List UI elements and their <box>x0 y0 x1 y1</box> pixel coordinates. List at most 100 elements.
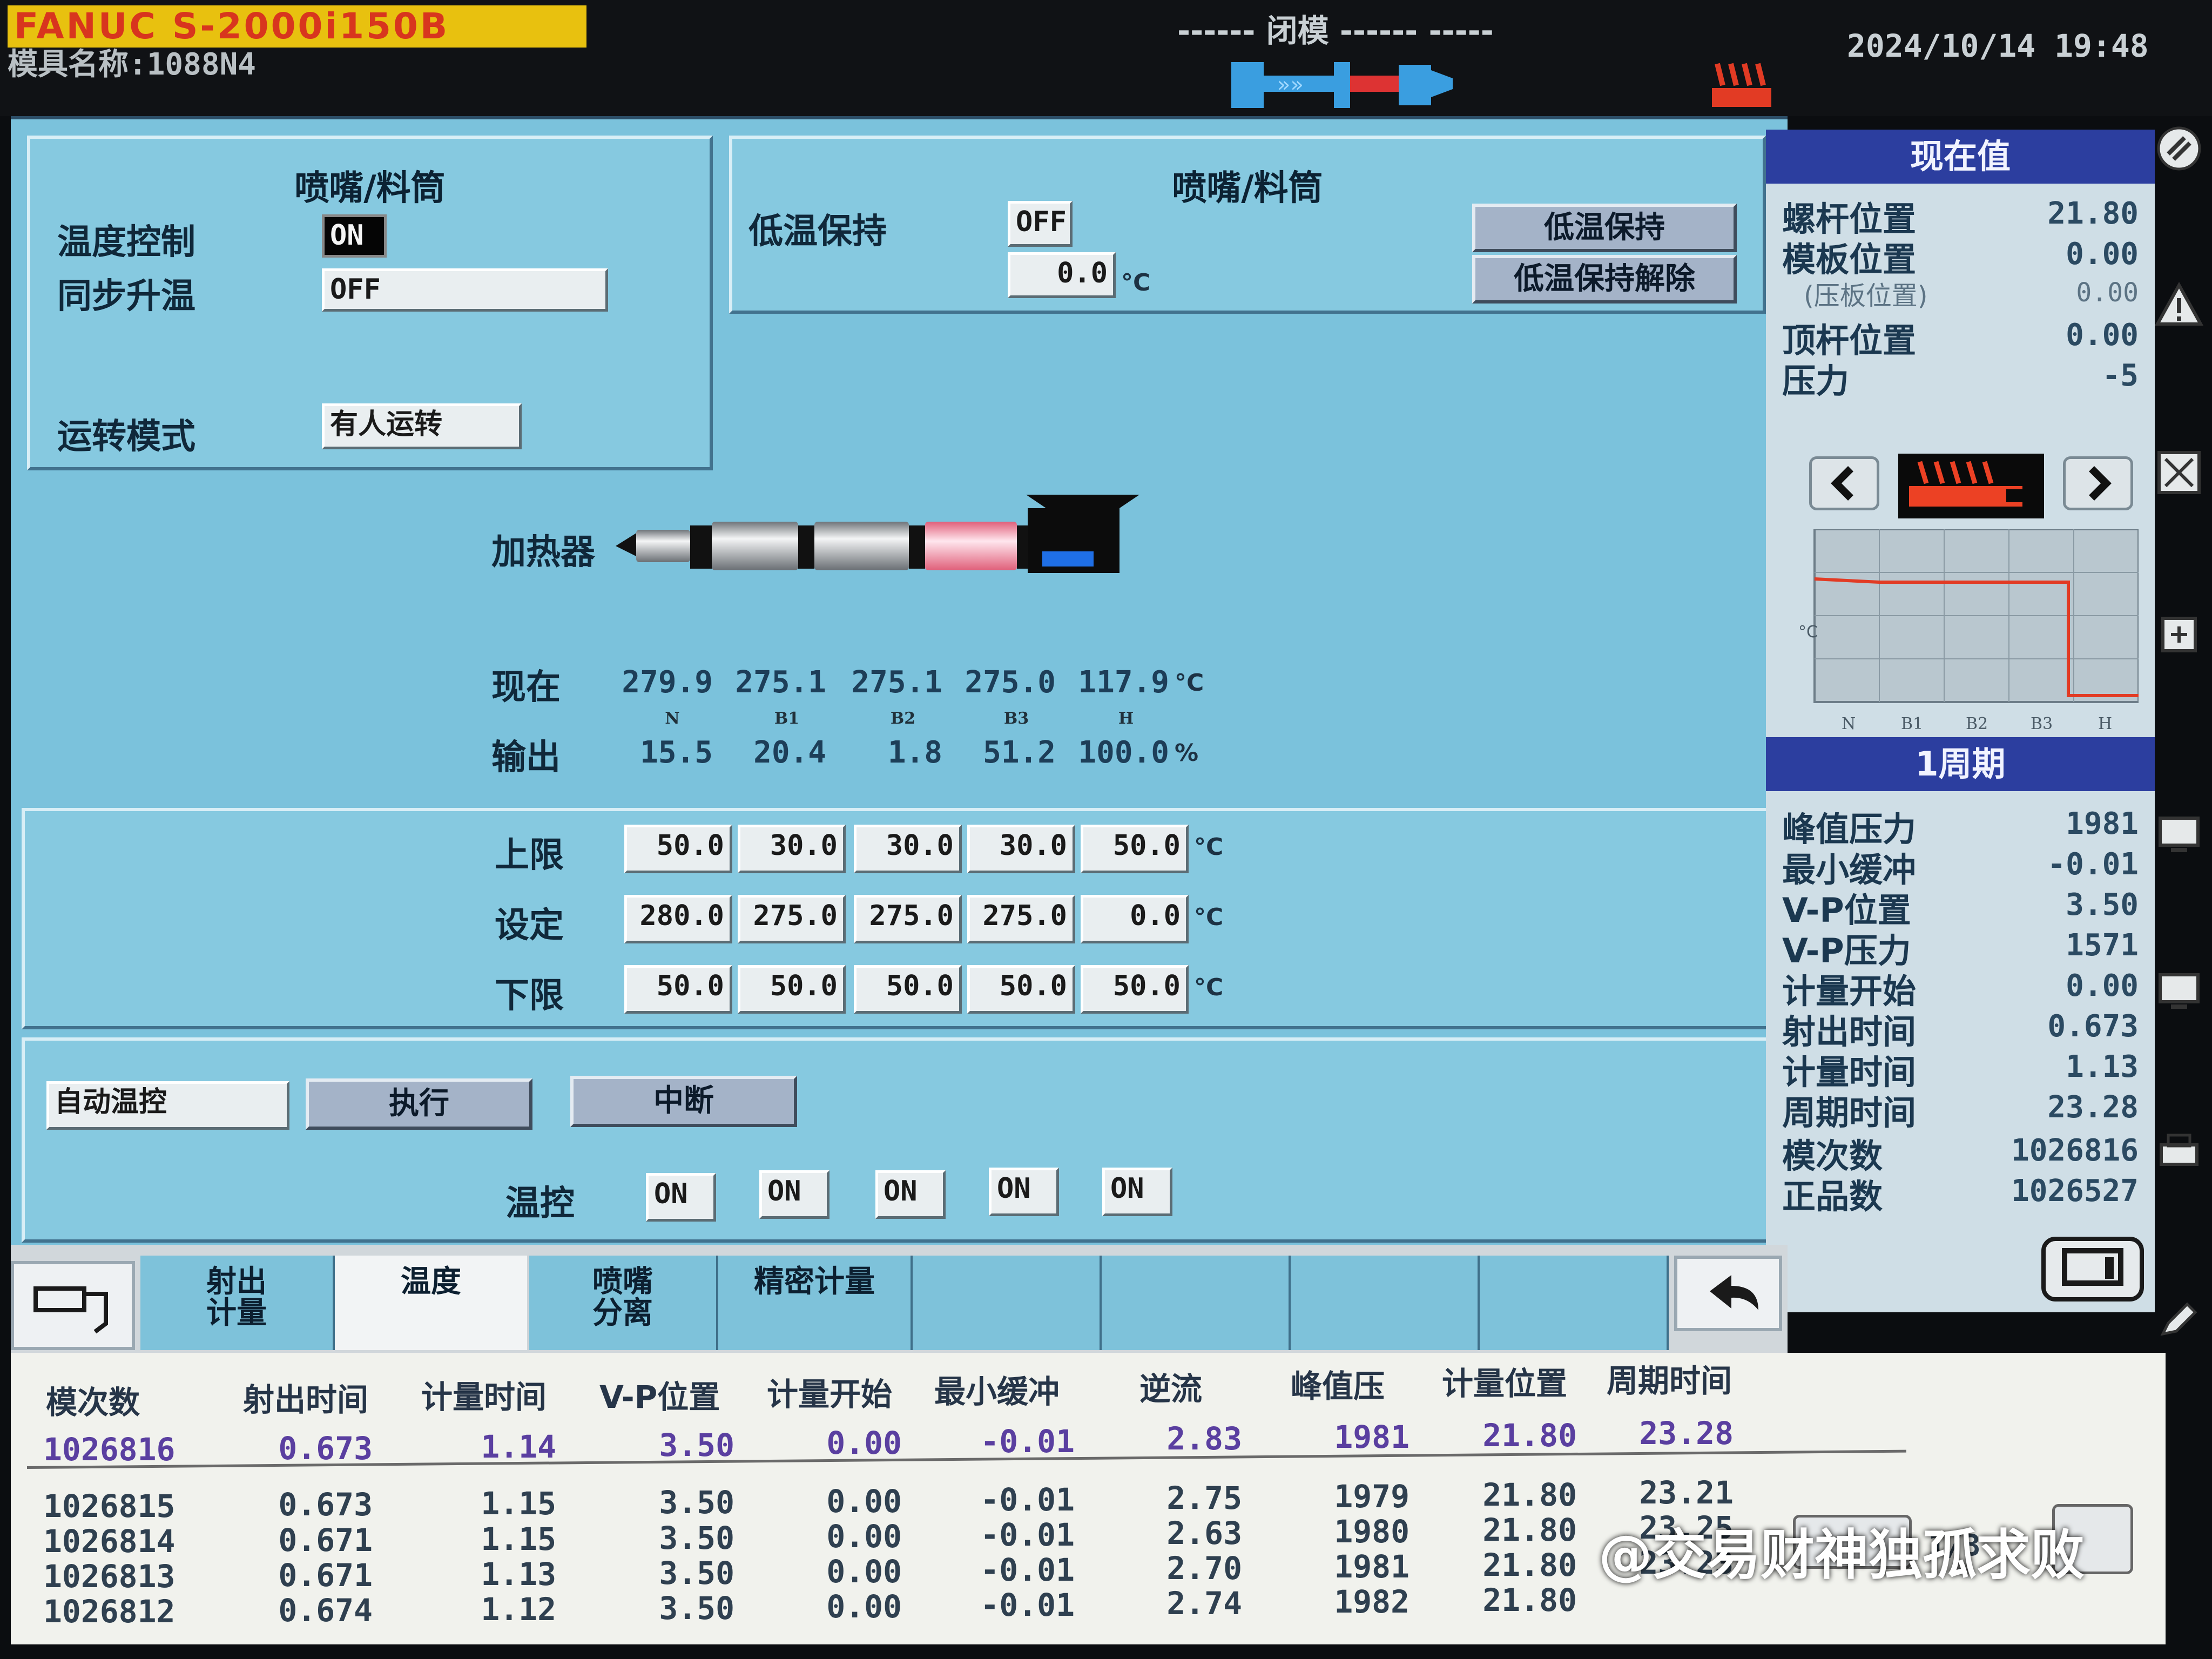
tab-nozzle-separation[interactable]: 喷嘴 分离 <box>529 1256 718 1350</box>
tab-label: 精密计量 <box>754 1264 875 1299</box>
hand-pointer-icon <box>33 1286 108 1334</box>
upper-limit-b2[interactable]: 30.0 <box>854 825 962 873</box>
cell: 1026812 <box>43 1593 176 1630</box>
warning-icon[interactable] <box>2155 281 2203 329</box>
clock: 2024/10/14 19:48 <box>1847 28 2149 64</box>
cell: -0.01 <box>980 1423 1075 1460</box>
lower-limit-b2[interactable]: 50.0 <box>854 965 962 1014</box>
upper-limit-b1[interactable]: 30.0 <box>738 825 846 873</box>
pen-icon[interactable] <box>2155 124 2203 173</box>
cell: 2.63 <box>1166 1515 1242 1552</box>
cell: 3.50 <box>659 1555 734 1591</box>
zone-toggle-h[interactable]: ON <box>1102 1168 1172 1216</box>
zone-toggle-b1[interactable]: ON <box>759 1170 830 1219</box>
value-label: 模板位置 <box>1782 240 1917 279</box>
edit-icon[interactable] <box>2155 1296 2203 1345</box>
low-temp-hold-label: 低温保持 <box>748 212 887 252</box>
upper-limit-b3[interactable]: 30.0 <box>967 825 1075 873</box>
plugin-icon[interactable] <box>2155 610 2203 659</box>
run-mode-field[interactable]: 有人运转 <box>322 403 522 449</box>
cycle-label: 周期时间 <box>1782 1093 1917 1132</box>
current-temp-b1: 275.1 <box>735 665 826 700</box>
cell: 21.80 <box>1482 1417 1577 1454</box>
cell: 0.673 <box>278 1486 373 1523</box>
cell: 1979 <box>1334 1478 1410 1515</box>
column-header: 计量时间 <box>421 1379 547 1415</box>
vp-position: 3.50 <box>2066 887 2139 922</box>
cell: 1.15 <box>481 1521 556 1557</box>
lower-limit-b3[interactable]: 50.0 <box>967 965 1075 1014</box>
sync-heat-field[interactable]: OFF <box>322 268 608 312</box>
graph-zone-label: H <box>2098 714 2112 733</box>
column-header: 模次数 <box>46 1384 140 1421</box>
current-temp-n: 279.9 <box>622 665 713 700</box>
ejector-position: 0.00 <box>2066 318 2139 353</box>
cell: 21.80 <box>1482 1582 1577 1618</box>
menu-button[interactable] <box>11 1261 135 1350</box>
close-icon[interactable] <box>2155 448 2203 497</box>
cycle-label: 正品数 <box>1782 1177 1883 1216</box>
cell: 3.50 <box>659 1590 734 1627</box>
value-label: (压板位置) <box>1804 281 1928 311</box>
cell: 21.80 <box>1482 1547 1577 1583</box>
heater-graph-icon <box>1898 454 2044 518</box>
graph-zone-label: N <box>1842 714 1856 733</box>
low-temp-hold-button[interactable]: 低温保持 <box>1472 204 1737 252</box>
printer-icon[interactable] <box>2155 1129 2203 1177</box>
cell: 0.671 <box>278 1557 373 1594</box>
monitor-icon <box>2062 1248 2123 1286</box>
stop-button[interactable]: 中断 <box>570 1076 797 1127</box>
zone-toggle-n[interactable]: ON <box>646 1173 716 1222</box>
low-temp-hold-toggle[interactable]: OFF <box>1008 201 1073 247</box>
set-temp-b1[interactable]: 275.0 <box>738 895 846 943</box>
display-icon[interactable] <box>2155 810 2203 859</box>
execute-button[interactable]: 执行 <box>306 1078 532 1130</box>
zone-toggle-b2[interactable]: ON <box>875 1170 946 1219</box>
prev-page-button[interactable] <box>1809 456 1879 510</box>
cell: 1981 <box>1334 1548 1410 1585</box>
temp-control-toggle[interactable]: ON <box>322 214 387 258</box>
cell: 0.00 <box>826 1483 902 1520</box>
press-plate-position: 0.00 <box>2076 278 2139 308</box>
tab-precise-metering[interactable]: 精密计量 <box>718 1256 913 1350</box>
screen-tab-bar: 射出 计量 温度 喷嘴 分离 精密计量 <box>11 1245 1788 1353</box>
tab-temperature[interactable]: 温度 <box>335 1256 529 1350</box>
auto-temp-field[interactable]: 自动温控 <box>46 1081 289 1130</box>
cycle-title: 1周期 <box>1766 737 2155 791</box>
lower-limit-n[interactable]: 50.0 <box>624 965 732 1014</box>
next-page-button[interactable] <box>2063 456 2133 510</box>
column-header: V-P位置 <box>599 1379 720 1415</box>
cell: 1.13 <box>481 1556 556 1593</box>
graph-zone-label: B3 <box>2031 714 2053 733</box>
peak-pressure: 1981 <box>2066 806 2139 841</box>
set-temp-h[interactable]: 0.0 <box>1081 895 1189 943</box>
low-temp-release-button[interactable]: 低温保持解除 <box>1472 255 1737 304</box>
cell: 1026816 <box>43 1431 176 1468</box>
zone-toggle-b3[interactable]: ON <box>989 1168 1059 1216</box>
back-button[interactable] <box>1674 1256 1782 1331</box>
unit-celsius: °C <box>1121 269 1151 296</box>
cell: 23.21 <box>1639 1474 1734 1511</box>
temperature-screen: 喷嘴/料筒 温度控制 ON 同步升温 OFF 运转模式 有人运转 喷嘴/料筒 低… <box>11 116 1788 1248</box>
screen-capture-button[interactable] <box>2041 1237 2144 1301</box>
tab-empty[interactable] <box>1102 1256 1291 1350</box>
tab-injection-metering[interactable]: 射出 计量 <box>140 1256 335 1350</box>
platen-position: 0.00 <box>2066 237 2139 272</box>
temp-limits-panel: 上限 设定 下限 50.0 30.0 30.0 30.0 50.0 °C 280… <box>22 808 1771 1029</box>
upper-limit-n[interactable]: 50.0 <box>624 825 732 873</box>
set-temp-b2[interactable]: 275.0 <box>854 895 962 943</box>
zone-label: B3 <box>1003 709 1029 728</box>
low-temp-hold-panel: 喷嘴/料筒 低温保持 OFF 0.0 °C 低温保持 低温保持解除 <box>729 136 1766 314</box>
lower-limit-b1[interactable]: 50.0 <box>738 965 846 1014</box>
upper-limit-h[interactable]: 50.0 <box>1081 825 1189 873</box>
lower-limit-h[interactable]: 50.0 <box>1081 965 1189 1014</box>
column-header: 计量开始 <box>767 1376 893 1413</box>
low-temp-hold-temp[interactable]: 0.0 <box>1008 252 1116 298</box>
upper-limit-label: 上限 <box>495 835 564 875</box>
display-icon[interactable] <box>2155 967 2203 1015</box>
set-temp-b3[interactable]: 275.0 <box>967 895 1075 943</box>
tab-empty[interactable] <box>1291 1256 1480 1350</box>
tab-empty[interactable] <box>1480 1256 1669 1350</box>
set-temp-n[interactable]: 280.0 <box>624 895 732 943</box>
tab-empty[interactable] <box>913 1256 1102 1350</box>
